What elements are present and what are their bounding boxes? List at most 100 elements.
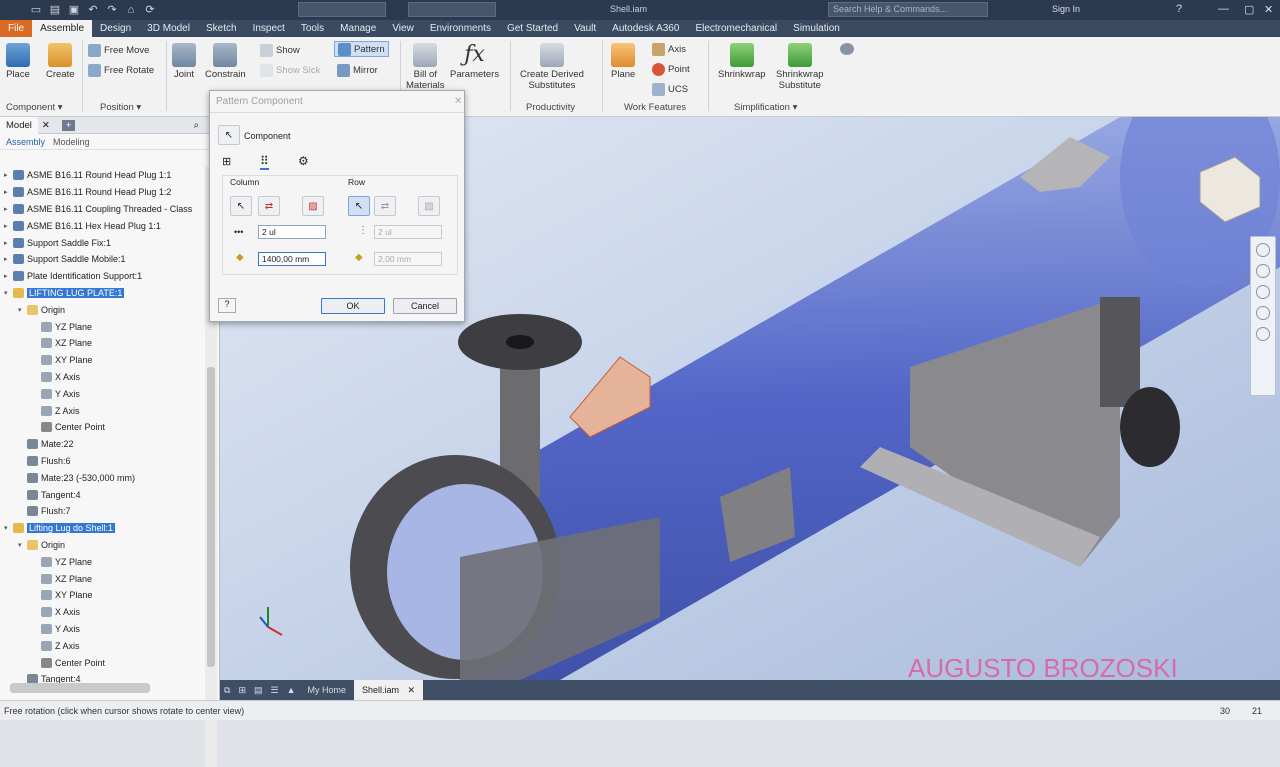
home-icon[interactable]: ⌂ bbox=[125, 4, 137, 16]
expand-icon[interactable]: ▸ bbox=[4, 188, 13, 196]
expand-icon[interactable]: ▸ bbox=[4, 171, 13, 179]
redo-icon[interactable]: ↷ bbox=[106, 4, 118, 16]
add-tab-button[interactable]: + bbox=[61, 119, 76, 131]
material-selector[interactable] bbox=[298, 2, 386, 17]
tree-node[interactable]: Flush:6 bbox=[0, 453, 206, 470]
tree-node[interactable]: Tangent:4 bbox=[0, 486, 206, 503]
tree-node[interactable]: Flush:7 bbox=[0, 503, 206, 520]
column-midplane-icon[interactable]: ▨ bbox=[302, 196, 324, 216]
tab-manage[interactable]: Manage bbox=[332, 20, 384, 37]
tree-node[interactable]: X Axis bbox=[0, 369, 206, 386]
subtab-modeling[interactable]: Modeling bbox=[53, 137, 90, 147]
orbit-icon[interactable] bbox=[1256, 306, 1270, 320]
plane-button[interactable]: Plane bbox=[611, 43, 635, 80]
tree-node[interactable]: ▸ ASME B16.11 Round Head Plug 1:1 bbox=[0, 167, 206, 184]
point-button[interactable]: Point bbox=[652, 61, 690, 77]
parameters-button[interactable]: ƒx Parameters bbox=[450, 43, 499, 81]
tree-node[interactable]: Mate:22 bbox=[0, 436, 206, 453]
subtab-assembly[interactable]: Assembly bbox=[6, 137, 45, 147]
list-icon[interactable]: ☰ bbox=[267, 680, 283, 700]
ucs-button[interactable]: UCS bbox=[652, 81, 688, 97]
tab-model[interactable]: Model bbox=[0, 116, 38, 134]
place-button[interactable]: Place bbox=[6, 43, 30, 80]
column-spacing-input[interactable]: 1400,00 mm bbox=[258, 252, 326, 266]
help-icon[interactable]: ? bbox=[1176, 3, 1182, 15]
tree-node[interactable]: ▾ Origin bbox=[0, 537, 206, 554]
tab-vault[interactable]: Vault bbox=[566, 20, 604, 37]
close-tab-icon[interactable]: ✕ bbox=[38, 120, 54, 131]
tree-node[interactable]: ▸ ASME B16.11 Round Head Plug 1:2 bbox=[0, 184, 206, 201]
row-count-input[interactable]: 2 ul bbox=[374, 225, 442, 239]
tab-my-home[interactable]: My Home bbox=[300, 680, 355, 700]
row-flip-icon[interactable]: ⇄ bbox=[374, 196, 396, 216]
tree-node[interactable]: ▸ Support Saddle Mobile:1 bbox=[0, 251, 206, 268]
tree-node[interactable]: ▾ LIFTING LUG PLATE:1 bbox=[0, 285, 206, 302]
tab-inspect[interactable]: Inspect bbox=[245, 20, 293, 37]
scroll-up-icon[interactable]: ▲ bbox=[283, 680, 300, 700]
constrain-button[interactable]: Constrain bbox=[205, 43, 246, 80]
ribbon-options-icon[interactable] bbox=[840, 43, 854, 55]
browser-hscrollbar[interactable] bbox=[10, 683, 150, 693]
tree-node[interactable]: Center Point bbox=[0, 419, 206, 436]
close-doc-icon[interactable]: ✕ bbox=[408, 685, 416, 695]
tree-node[interactable]: YZ Plane bbox=[0, 318, 206, 335]
expand-icon[interactable]: ▸ bbox=[4, 255, 13, 263]
undo-icon[interactable]: ↶ bbox=[87, 4, 99, 16]
tab-autodesk-a360[interactable]: Autodesk A360 bbox=[604, 20, 687, 37]
close-icon[interactable]: ✕ bbox=[1264, 3, 1273, 16]
minimize-icon[interactable]: — bbox=[1218, 3, 1229, 15]
tab-electromechanical[interactable]: Electromechanical bbox=[687, 20, 785, 37]
tile-windows-icon[interactable]: ⧉ bbox=[220, 680, 234, 700]
tree-node[interactable]: ▾ Origin bbox=[0, 301, 206, 318]
show-button[interactable]: Show bbox=[260, 42, 300, 58]
tab-shell-iam[interactable]: Shell.iam ✕ bbox=[354, 680, 424, 700]
tree-node[interactable]: X Axis bbox=[0, 604, 206, 621]
tab-get-started[interactable]: Get Started bbox=[499, 20, 566, 37]
new-file-icon[interactable]: ▭ bbox=[30, 4, 42, 16]
dialog-help-icon[interactable]: ? bbox=[218, 298, 236, 313]
tree-node[interactable]: Z Axis bbox=[0, 637, 206, 654]
bill-of-materials-button[interactable]: Bill of Materials bbox=[406, 43, 445, 91]
tree-node[interactable]: Z Axis bbox=[0, 402, 206, 419]
arrange-icon[interactable]: ▤ bbox=[250, 680, 267, 700]
cancel-button[interactable]: Cancel bbox=[393, 298, 457, 314]
tab-3d-model[interactable]: 3D Model bbox=[139, 20, 198, 37]
create-derived-substitutes-button[interactable]: Create Derived Substitutes bbox=[520, 43, 584, 91]
column-direction-select-icon[interactable]: ↖ bbox=[230, 196, 252, 216]
pattern-button[interactable]: Pattern bbox=[334, 41, 389, 57]
component-select-icon[interactable]: ↖ bbox=[218, 125, 240, 145]
tab-design[interactable]: Design bbox=[92, 20, 139, 37]
tab-sketch[interactable]: Sketch bbox=[198, 20, 245, 37]
expand-icon[interactable]: ▸ bbox=[4, 222, 13, 230]
joint-button[interactable]: Joint bbox=[172, 43, 196, 80]
tree-node[interactable]: Mate:23 (-530,000 mm) bbox=[0, 469, 206, 486]
expand-icon[interactable]: ▸ bbox=[4, 239, 13, 247]
circular-tab-icon[interactable]: ⚙ bbox=[298, 154, 309, 168]
tree-node[interactable]: ▸ ASME B16.11 Hex Head Plug 1:1 bbox=[0, 217, 206, 234]
look-at-icon[interactable] bbox=[1256, 327, 1270, 341]
column-count-input[interactable]: 2 ul bbox=[258, 225, 326, 239]
tree-node[interactable]: YZ Plane bbox=[0, 553, 206, 570]
tree-node[interactable]: ▾ Lifting Lug do Shell:1 bbox=[0, 520, 206, 537]
pan-icon[interactable] bbox=[1256, 264, 1270, 278]
tree-node[interactable]: Y Axis bbox=[0, 385, 206, 402]
update-icon[interactable]: ⟳ bbox=[144, 4, 156, 16]
tree-node[interactable]: XZ Plane bbox=[0, 335, 206, 352]
tab-view[interactable]: View bbox=[384, 20, 422, 37]
zoom-icon[interactable] bbox=[1256, 285, 1270, 299]
column-flip-icon[interactable]: ⇄ bbox=[258, 196, 280, 216]
expand-icon[interactable]: ▾ bbox=[18, 541, 27, 549]
tree-node[interactable]: XY Plane bbox=[0, 587, 206, 604]
tree-node[interactable]: ▸ Support Saddle Fix:1 bbox=[0, 234, 206, 251]
expand-icon[interactable]: ▾ bbox=[4, 289, 13, 297]
row-midplane-icon[interactable]: ▨ bbox=[418, 196, 440, 216]
maximize-icon[interactable]: ▢ bbox=[1244, 3, 1254, 16]
open-file-icon[interactable]: ▤ bbox=[49, 4, 61, 16]
shrinkwrap-substitute-button[interactable]: Shrinkwrap Substitute bbox=[776, 43, 824, 91]
panel-simplification[interactable]: Simplification ▾ bbox=[734, 102, 797, 113]
help-search-input[interactable]: Search Help & Commands... bbox=[828, 2, 988, 17]
expand-icon[interactable]: ▾ bbox=[18, 306, 27, 314]
panel-position[interactable]: Position ▾ bbox=[100, 102, 141, 113]
tab-file[interactable]: File bbox=[0, 20, 33, 37]
tab-simulation[interactable]: Simulation bbox=[785, 20, 848, 37]
